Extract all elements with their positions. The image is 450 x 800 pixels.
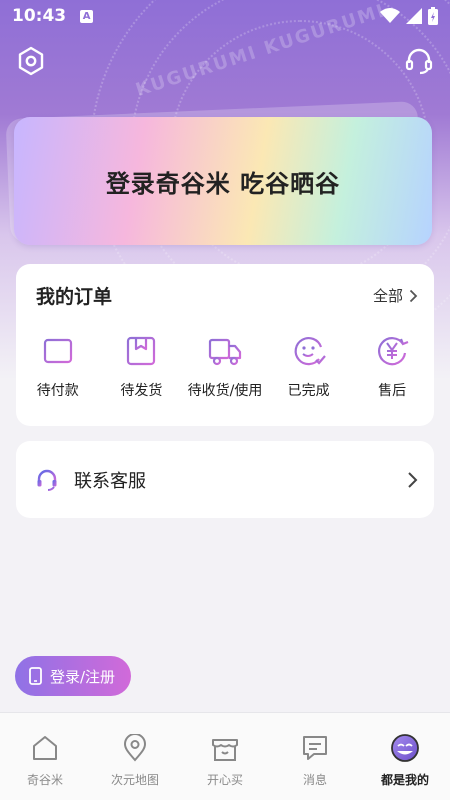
order-item-label: 待收货/使用 bbox=[187, 383, 263, 399]
avatar-icon bbox=[391, 734, 419, 762]
home-icon bbox=[33, 736, 57, 760]
banner-title: 登录奇谷米 吃谷晒谷 bbox=[105, 169, 341, 198]
tab-label: 都是我的 bbox=[380, 773, 429, 787]
wallet-icon bbox=[43, 338, 72, 364]
customer-service-button[interactable] bbox=[402, 44, 436, 78]
orders-all-link[interactable]: 全部 bbox=[373, 285, 418, 306]
login-banner[interactable]: 登录奇谷米 吃谷晒谷 bbox=[14, 117, 432, 245]
order-item-label: 已完成 bbox=[287, 383, 330, 399]
battery-icon bbox=[428, 7, 438, 25]
order-item-label: 售后 bbox=[378, 383, 407, 399]
smile-check-icon bbox=[294, 337, 326, 366]
phone-icon bbox=[29, 667, 42, 685]
bottom-tab-bar: 奇谷米 次元地图 开心买 消息 都是我的 bbox=[0, 712, 450, 800]
chevron-right-icon bbox=[408, 471, 418, 488]
orders-card: 我的订单 全部 待付款 待发货 待收货/使用 已完成 售后 bbox=[16, 264, 434, 426]
order-item-label: 待发货 bbox=[120, 383, 163, 399]
yen-refund-icon bbox=[378, 337, 409, 366]
order-after-sales[interactable]: 售后 bbox=[350, 334, 434, 400]
tab-mine[interactable]: 都是我的 bbox=[360, 713, 450, 800]
login-register-label: 登录/注册 bbox=[50, 667, 116, 686]
order-pending-shipment[interactable]: 待发货 bbox=[100, 334, 184, 400]
map-pin-icon bbox=[123, 734, 147, 762]
message-icon bbox=[303, 736, 327, 760]
tab-label: 奇谷米 bbox=[26, 773, 63, 787]
wifi-icon bbox=[380, 8, 400, 23]
tab-messages[interactable]: 消息 bbox=[270, 713, 360, 800]
notification-badge: A bbox=[80, 9, 94, 23]
tab-label: 消息 bbox=[302, 773, 327, 787]
orders-title: 我的订单 bbox=[36, 286, 113, 308]
status-time: 10:43 bbox=[12, 6, 67, 26]
headset-icon bbox=[37, 469, 57, 491]
settings-button[interactable] bbox=[14, 44, 48, 78]
order-pending-receipt[interactable]: 待收货/使用 bbox=[183, 334, 267, 400]
login-register-button[interactable]: 登录/注册 bbox=[15, 656, 131, 696]
headset-icon bbox=[405, 48, 433, 75]
truck-icon bbox=[208, 338, 242, 366]
tab-label: 开心买 bbox=[206, 773, 243, 787]
orders-all-label: 全部 bbox=[372, 287, 403, 305]
chevron-right-icon bbox=[409, 289, 418, 302]
order-pending-payment[interactable]: 待付款 bbox=[16, 334, 100, 400]
tab-label: 次元地图 bbox=[110, 773, 159, 787]
order-completed[interactable]: 已完成 bbox=[267, 334, 351, 400]
shop-icon bbox=[212, 739, 238, 761]
tab-map[interactable]: 次元地图 bbox=[90, 713, 180, 800]
contact-service-label: 联系客服 bbox=[74, 470, 146, 492]
tab-shop[interactable]: 开心买 bbox=[180, 713, 270, 800]
contact-service-row[interactable]: 联系客服 bbox=[16, 441, 434, 518]
package-icon bbox=[127, 336, 156, 366]
order-item-label: 待付款 bbox=[36, 383, 79, 399]
status-bar: 10:43 A bbox=[0, 0, 450, 32]
tab-home[interactable]: 奇谷米 bbox=[0, 713, 90, 800]
signal-icon bbox=[406, 8, 422, 24]
settings-hexagon-icon bbox=[18, 46, 44, 76]
